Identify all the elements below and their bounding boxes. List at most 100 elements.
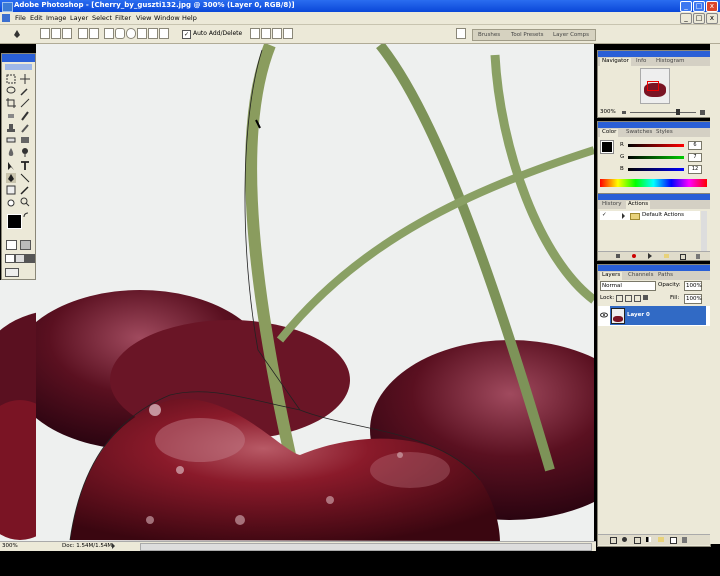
layer-style-icon[interactable] (622, 537, 627, 542)
action-row[interactable]: ✓ Default Actions (600, 211, 700, 220)
action-enabled-check-icon[interactable]: ✓ (602, 212, 607, 218)
slice-tool-icon[interactable] (20, 98, 30, 108)
record-icon[interactable] (632, 254, 636, 258)
zoom-out-icon[interactable] (622, 111, 626, 114)
lasso-tool-icon[interactable] (6, 86, 16, 96)
tab-histogram[interactable]: Histogram (654, 58, 687, 66)
expand-arrow-icon[interactable] (622, 213, 625, 219)
navigator-zoom[interactable]: 300% (600, 109, 616, 115)
line-button[interactable] (148, 28, 158, 39)
magic-wand-tool-icon[interactable] (20, 86, 30, 96)
eyedropper-tool-icon[interactable] (20, 185, 30, 195)
marquee-tool-icon[interactable] (6, 74, 16, 84)
blend-mode-select[interactable]: Normal (600, 281, 656, 291)
pen-button[interactable] (78, 28, 88, 39)
brush-tool-icon[interactable] (20, 111, 30, 121)
paths-button[interactable] (51, 28, 61, 39)
delete-layer-icon[interactable] (682, 537, 687, 543)
tab-color[interactable]: Color (600, 129, 619, 137)
quick-mask-mode-icon[interactable] (20, 240, 31, 250)
swap-colors-icon[interactable] (23, 212, 29, 218)
navigator-view-box[interactable] (647, 81, 659, 91)
lock-image-icon[interactable] (625, 295, 632, 302)
doc-restore-icon[interactable]: □ (693, 13, 705, 24)
zoom-tool-icon[interactable] (20, 197, 30, 207)
path-subtract-button[interactable] (261, 28, 271, 39)
navigator-thumbnail[interactable] (640, 68, 670, 104)
minimize-icon[interactable]: _ (680, 1, 692, 12)
play-icon[interactable] (648, 253, 652, 259)
trash-icon[interactable] (696, 254, 700, 259)
path-exclude-button[interactable] (283, 28, 293, 39)
tab-styles[interactable]: Styles (654, 129, 675, 137)
menu-image[interactable]: Image (46, 14, 66, 22)
screen-mode-standard-icon[interactable] (5, 254, 15, 263)
tab-navigator[interactable]: Navigator (600, 58, 631, 66)
eraser-tool-icon[interactable] (6, 135, 16, 145)
menu-layer[interactable]: Layer (70, 14, 88, 22)
standard-mode-icon[interactable] (6, 240, 17, 250)
menu-select[interactable]: Select (92, 14, 112, 22)
stop-icon[interactable] (616, 254, 620, 258)
tab-layers[interactable]: Layers (600, 272, 623, 280)
well-tab-layer-comps[interactable]: Layer Comps (553, 32, 589, 38)
rounded-rect-button[interactable] (115, 28, 125, 39)
document-canvas[interactable] (36, 44, 594, 541)
link-layers-icon[interactable] (610, 537, 617, 544)
tab-paths[interactable]: Paths (656, 272, 675, 280)
channel-g-value[interactable]: 7 (688, 153, 702, 162)
menu-help[interactable]: Help (182, 14, 197, 22)
hand-tool-icon[interactable] (6, 197, 16, 207)
gradient-tool-icon[interactable] (20, 135, 30, 145)
move-tool-icon[interactable] (20, 74, 30, 84)
adjustment-layer-icon[interactable] (646, 537, 651, 542)
new-set-icon[interactable] (664, 254, 669, 258)
screen-mode-full-icon[interactable] (25, 254, 35, 263)
horizontal-scrollbar[interactable] (140, 543, 592, 551)
zoom-in-icon[interactable] (700, 110, 705, 115)
menu-filter[interactable]: Filter (115, 14, 131, 22)
new-action-icon[interactable] (680, 254, 686, 260)
path-add-button[interactable] (250, 28, 260, 39)
jump-to-imageready-icon[interactable] (5, 268, 19, 277)
line-tool-icon[interactable] (20, 173, 30, 183)
action-set-name[interactable]: Default Actions (642, 212, 684, 218)
screen-mode-full-menu-icon[interactable] (15, 254, 25, 263)
canvas-left-strip[interactable] (0, 280, 36, 541)
tab-history[interactable]: History (600, 201, 624, 209)
status-menu-arrow-icon[interactable] (112, 543, 115, 549)
path-selection-tool-icon[interactable] (6, 161, 16, 171)
doc-minimize-icon[interactable]: _ (680, 13, 692, 24)
tab-swatches[interactable]: Swatches (624, 129, 654, 137)
shape-layers-button[interactable] (40, 28, 50, 39)
polygon-button[interactable] (137, 28, 147, 39)
color-foreground-swatch[interactable] (600, 140, 614, 154)
healing-brush-tool-icon[interactable] (6, 111, 16, 121)
fill-pixels-button[interactable] (62, 28, 72, 39)
well-tab-tool-presets[interactable]: Tool Presets (511, 32, 543, 38)
opacity-field[interactable]: 100% (684, 281, 702, 291)
menu-window[interactable]: Window (154, 14, 180, 22)
file-browser-icon[interactable] (456, 28, 466, 39)
history-brush-tool-icon[interactable] (20, 123, 30, 133)
layer-row-layer-0[interactable]: Layer 0 (610, 306, 706, 325)
close-icon[interactable]: x (706, 1, 718, 12)
type-tool-icon[interactable] (20, 161, 30, 171)
menu-view[interactable]: View (136, 14, 151, 22)
notes-tool-icon[interactable] (6, 185, 16, 195)
actions-scrollbar[interactable] (701, 211, 707, 251)
tab-info[interactable]: Info (634, 58, 648, 66)
lock-position-icon[interactable] (634, 295, 641, 302)
dodge-tool-icon[interactable] (20, 147, 30, 157)
pen-tool-icon[interactable] (12, 29, 22, 39)
navigator-zoom-slider[interactable] (630, 112, 696, 113)
maximize-icon[interactable]: □ (693, 1, 705, 12)
lock-all-icon[interactable] (643, 295, 648, 300)
fill-field[interactable]: 100% (684, 294, 702, 304)
lock-transparent-icon[interactable] (616, 295, 623, 302)
new-layer-icon[interactable] (670, 537, 677, 544)
tab-channels[interactable]: Channels (626, 272, 655, 280)
color-ramp[interactable] (600, 179, 707, 187)
menu-edit[interactable]: Edit (30, 14, 43, 22)
channel-b-slider[interactable] (628, 168, 684, 171)
